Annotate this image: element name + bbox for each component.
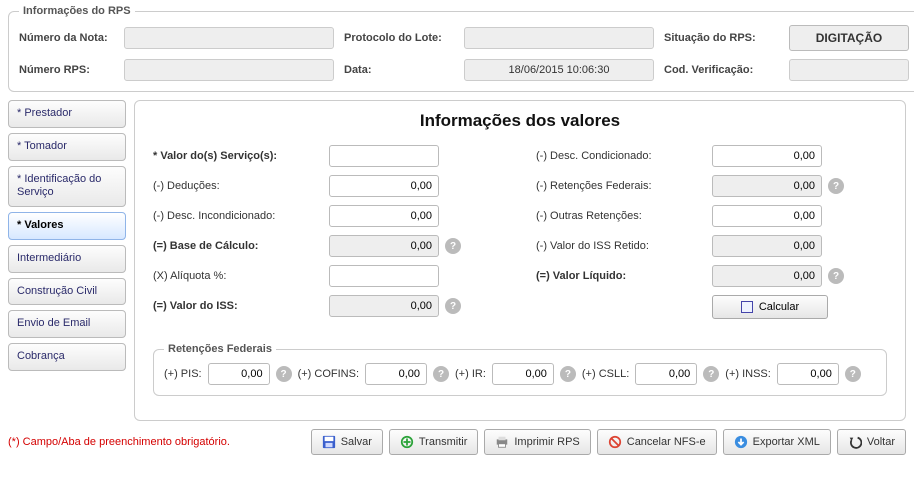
label-numero-rps: Número RPS:	[19, 64, 114, 76]
tab-intermediario[interactable]: Intermediário	[8, 245, 126, 273]
retencoes-federais-group: Retenções Federais (+) PIS:? (+) COFINS:?…	[153, 343, 887, 396]
ret-label: (+) PIS:	[164, 368, 202, 380]
exportar-xml-button[interactable]: Exportar XML	[723, 429, 831, 455]
numero-nota-field	[124, 27, 334, 49]
imprimir-label: Imprimir RPS	[514, 436, 579, 448]
value-input	[329, 235, 439, 257]
help-icon[interactable]: ?	[445, 298, 461, 314]
values-panel: Informações dos valores * Valor do(s) Se…	[134, 100, 906, 421]
label-protocolo-lote: Protocolo do Lote:	[344, 32, 454, 44]
value-input[interactable]	[329, 205, 439, 227]
rps-info-group: Informações do RPS Número da Nota: Proto…	[8, 5, 914, 92]
help-icon[interactable]: ?	[445, 238, 461, 254]
ret-input[interactable]	[492, 363, 554, 385]
value-input[interactable]	[712, 205, 822, 227]
field-label: (-) Desc. Incondicionado:	[153, 210, 323, 222]
value-input[interactable]	[329, 145, 439, 167]
salvar-button[interactable]: Salvar	[311, 429, 383, 455]
tab-email[interactable]: Envio de Email	[8, 310, 126, 338]
label-data: Data:	[344, 64, 454, 76]
cancel-icon	[608, 435, 622, 449]
field-label: (X) Alíquota %:	[153, 270, 323, 282]
tab-civil[interactable]: Construção Civil	[8, 278, 126, 306]
tab-prestador[interactable]: * Prestador	[8, 100, 126, 128]
required-note: (*) Campo/Aba de preenchimento obrigatór…	[8, 436, 305, 448]
field-label: (=) Valor Líquido:	[536, 270, 706, 282]
help-icon[interactable]: ?	[828, 178, 844, 194]
protocolo-lote-field	[464, 27, 654, 49]
ret-input[interactable]	[365, 363, 427, 385]
cancelar-label: Cancelar NFS-e	[627, 436, 706, 448]
numero-rps-field	[124, 59, 334, 81]
field-label: (=) Valor do ISS:	[153, 300, 323, 312]
ret-label: (+) INSS:	[725, 368, 771, 380]
download-icon	[734, 435, 748, 449]
tab-list: * Prestador * Tomador * Identificação do S…	[8, 100, 126, 376]
transmitir-label: Transmitir	[419, 436, 467, 448]
retencoes-legend: Retenções Federais	[164, 343, 276, 355]
voltar-label: Voltar	[867, 436, 895, 448]
label-cod-verificacao: Cod. Verificação:	[664, 64, 779, 76]
imprimir-rps-button[interactable]: Imprimir RPS	[484, 429, 590, 455]
salvar-label: Salvar	[341, 436, 372, 448]
value-input	[712, 235, 822, 257]
panel-title: Informações dos valores	[153, 111, 887, 131]
field-label: (-) Valor do ISS Retido:	[536, 240, 706, 252]
cod-verificacao-field	[789, 59, 909, 81]
help-icon[interactable]: ?	[845, 366, 861, 382]
value-input[interactable]	[329, 265, 439, 287]
help-icon[interactable]: ?	[560, 366, 576, 382]
tab-cobranca[interactable]: Cobrança	[8, 343, 126, 371]
data-field: 18/06/2015 10:06:30	[464, 59, 654, 81]
help-icon[interactable]: ?	[703, 366, 719, 382]
value-input[interactable]	[329, 175, 439, 197]
value-input[interactable]	[712, 145, 822, 167]
ret-input[interactable]	[777, 363, 839, 385]
ret-label: (+) IR:	[455, 368, 486, 380]
rps-legend: Informações do RPS	[19, 5, 135, 17]
cancelar-nfse-button[interactable]: Cancelar NFS-e	[597, 429, 717, 455]
field-label: (=) Base de Cálculo:	[153, 240, 323, 252]
tab-valores[interactable]: * Valores	[8, 212, 126, 240]
exportar-label: Exportar XML	[753, 436, 820, 448]
ret-input[interactable]	[635, 363, 697, 385]
help-icon[interactable]: ?	[433, 366, 449, 382]
ret-label: (+) COFINS:	[298, 368, 359, 380]
ret-input[interactable]	[208, 363, 270, 385]
value-input	[712, 265, 822, 287]
ret-label: (+) CSLL:	[582, 368, 629, 380]
situacao-rps-field: DIGITAÇÃO	[789, 25, 909, 51]
tab-id-servico[interactable]: * Identificação do Serviço	[8, 166, 126, 208]
value-input	[329, 295, 439, 317]
tab-tomador[interactable]: * Tomador	[8, 133, 126, 161]
save-icon	[322, 435, 336, 449]
value-input	[712, 175, 822, 197]
calcular-button[interactable]: Calcular	[712, 295, 828, 319]
field-label: (-) Desc. Condicionado:	[536, 150, 706, 162]
field-label: (-) Retenções Federais:	[536, 180, 706, 192]
help-icon[interactable]: ?	[828, 268, 844, 284]
transmitir-button[interactable]: Transmitir	[389, 429, 478, 455]
help-icon[interactable]: ?	[276, 366, 292, 382]
label-situacao-rps: Situação do RPS:	[664, 32, 779, 44]
transmit-icon	[400, 435, 414, 449]
voltar-button[interactable]: Voltar	[837, 429, 906, 455]
calcular-label: Calcular	[759, 301, 799, 313]
field-label: (-) Deduções:	[153, 180, 323, 192]
field-label: * Valor do(s) Serviço(s):	[153, 150, 323, 162]
calculator-icon	[741, 301, 753, 313]
label-numero-nota: Número da Nota:	[19, 32, 114, 44]
print-icon	[495, 435, 509, 449]
field-label: (-) Outras Retenções:	[536, 210, 706, 222]
back-icon	[848, 435, 862, 449]
